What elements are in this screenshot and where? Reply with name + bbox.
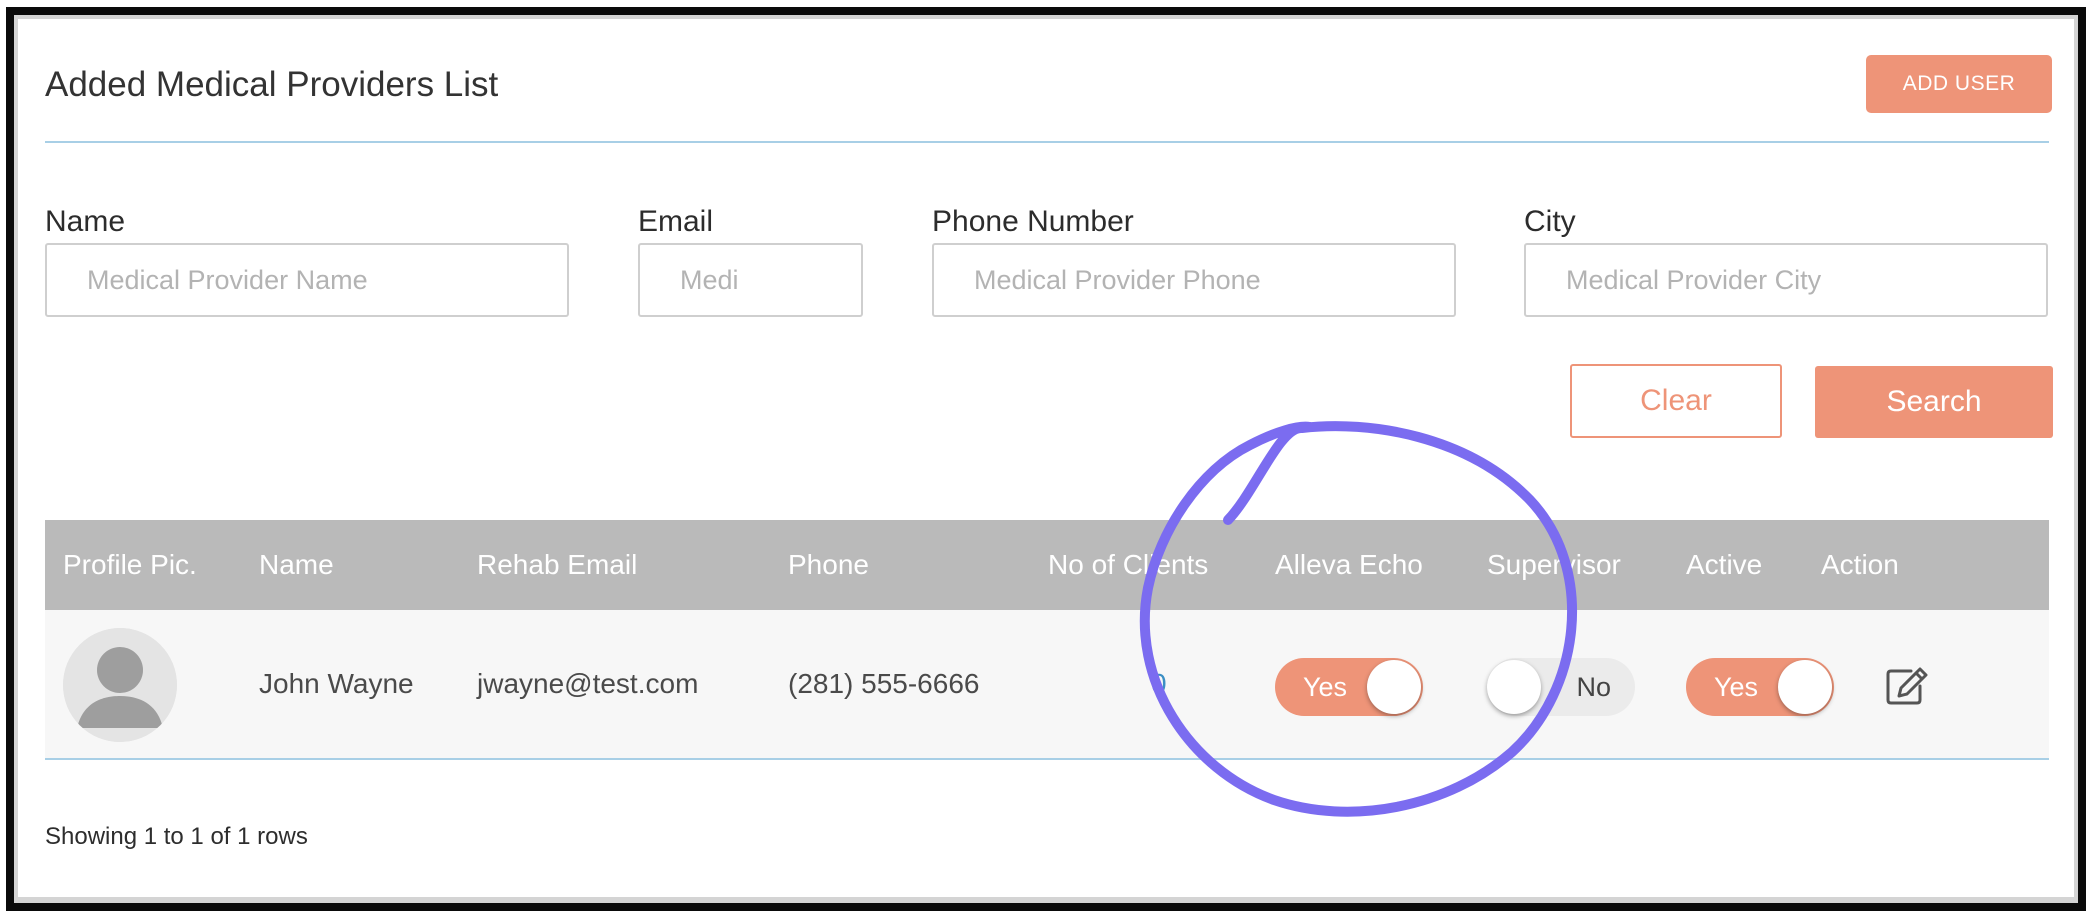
- supervisor-toggle[interactable]: No: [1487, 658, 1635, 716]
- column-header-action: Action: [1821, 549, 1899, 580]
- page-title: Added Medical Providers List: [45, 65, 499, 104]
- alleva-echo-toggle-label: Yes: [1303, 672, 1348, 702]
- provider-phone: (281) 555-6666: [788, 668, 980, 699]
- table-bottom-divider: [45, 758, 2049, 760]
- name-filter-label: Name: [45, 205, 126, 238]
- providers-panel: Added Medical Providers List ADD USER Na…: [18, 19, 2074, 897]
- email-filter-label: Email: [638, 205, 714, 238]
- pagination-info: Showing 1 to 1 of 1 rows: [45, 823, 308, 850]
- column-header-alleva-echo[interactable]: Alleva Echo: [1275, 520, 1423, 610]
- name-filter-input[interactable]: [45, 243, 569, 317]
- phone-filter-input[interactable]: [932, 243, 1456, 317]
- provider-clients-count[interactable]: 0: [1151, 610, 1167, 758]
- toggle-knob: [1778, 660, 1832, 714]
- toggle-knob: [1487, 660, 1541, 714]
- column-header-phone[interactable]: Phone: [788, 520, 869, 610]
- column-header-supervisor[interactable]: Supervisor: [1487, 520, 1621, 610]
- header-divider: [45, 141, 2049, 143]
- clear-button[interactable]: Clear: [1570, 364, 1782, 438]
- avatar-placeholder-icon: [63, 628, 177, 742]
- add-user-button[interactable]: ADD USER: [1866, 55, 2052, 113]
- active-toggle[interactable]: Yes: [1686, 658, 1834, 716]
- search-button[interactable]: Search: [1815, 366, 2053, 438]
- city-filter-label: City: [1524, 205, 1576, 238]
- supervisor-toggle-label: No: [1576, 672, 1611, 702]
- column-header-active[interactable]: Active: [1686, 520, 1762, 610]
- active-toggle-label: Yes: [1714, 672, 1759, 702]
- column-header-rehab-email[interactable]: Rehab Email: [477, 520, 637, 610]
- provider-name: John Wayne: [259, 668, 414, 699]
- column-header-no-of-clients[interactable]: No of Clients: [1048, 520, 1208, 610]
- column-header-name[interactable]: Name: [259, 520, 334, 610]
- alleva-echo-toggle[interactable]: Yes: [1275, 658, 1423, 716]
- provider-email: jwayne@test.com: [477, 668, 699, 699]
- table-row: John Wayne jwayne@test.com (281) 555-666…: [45, 610, 2049, 758]
- window-frame: Added Medical Providers List ADD USER Na…: [6, 7, 2086, 911]
- table-header: Profile Pic. Name Rehab Email Phone No o…: [45, 520, 2049, 610]
- column-header-profile-pic[interactable]: Profile Pic.: [63, 520, 197, 610]
- email-filter-input[interactable]: [638, 243, 863, 317]
- toggle-knob: [1367, 660, 1421, 714]
- city-filter-input[interactable]: [1524, 243, 2048, 317]
- phone-filter-label: Phone Number: [932, 205, 1134, 238]
- edit-icon[interactable]: [1885, 666, 1929, 706]
